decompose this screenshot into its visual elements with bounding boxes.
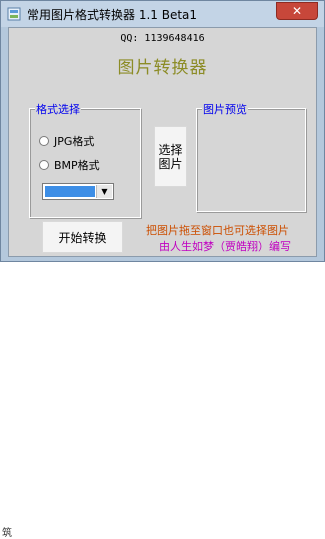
start-convert-button[interactable]: 开始转换 xyxy=(42,221,123,253)
preview-group-label: 图片预览 xyxy=(202,101,248,117)
main-panel: QQ: 1139648416 图片转换器 格式选择 JPG格式 BMP格式 ▼ … xyxy=(8,27,317,257)
chevron-down-icon[interactable]: ▼ xyxy=(96,185,112,198)
radio-jpg[interactable]: JPG格式 xyxy=(39,133,94,149)
radio-jpg-circle[interactable] xyxy=(39,136,49,146)
app-title: 图片转换器 xyxy=(117,58,208,78)
radio-jpg-label: JPG格式 xyxy=(54,135,95,148)
app-icon xyxy=(7,7,21,21)
qq-number: QQ: 1139648416 xyxy=(120,33,205,44)
radio-bmp-circle[interactable] xyxy=(39,160,49,170)
dropdown-selection xyxy=(45,186,95,197)
background-text: 筑 xyxy=(2,528,12,539)
choose-image-button[interactable]: 选择 图片 xyxy=(154,126,187,187)
choose-image-label-2: 图片 xyxy=(158,156,183,171)
close-button[interactable]: ✕ xyxy=(276,2,318,20)
app-window: 常用图片格式转换器 1.1 Beta1 ✕ QQ: 1139648416 图片转… xyxy=(0,0,325,262)
drag-hint: 把图片拖至窗口也可选择图片 xyxy=(146,224,289,237)
format-group: 格式选择 JPG格式 BMP格式 ▼ xyxy=(29,101,141,218)
author-credit: 由人生如梦（贾皓翔）编写 xyxy=(159,240,291,253)
preview-group: 图片预览 xyxy=(196,101,306,212)
window-title: 常用图片格式转换器 1.1 Beta1 xyxy=(27,8,198,22)
radio-bmp-label: BMP格式 xyxy=(54,159,100,172)
close-icon: ✕ xyxy=(291,4,303,18)
title-bar[interactable]: 常用图片格式转换器 1.1 Beta1 ✕ xyxy=(1,1,324,27)
format-group-label: 格式选择 xyxy=(35,101,81,117)
choose-image-label-1: 选择 xyxy=(158,142,183,157)
format-dropdown[interactable]: ▼ xyxy=(42,183,114,200)
background-strip: 筑 xyxy=(0,262,325,539)
radio-bmp[interactable]: BMP格式 xyxy=(39,157,100,173)
